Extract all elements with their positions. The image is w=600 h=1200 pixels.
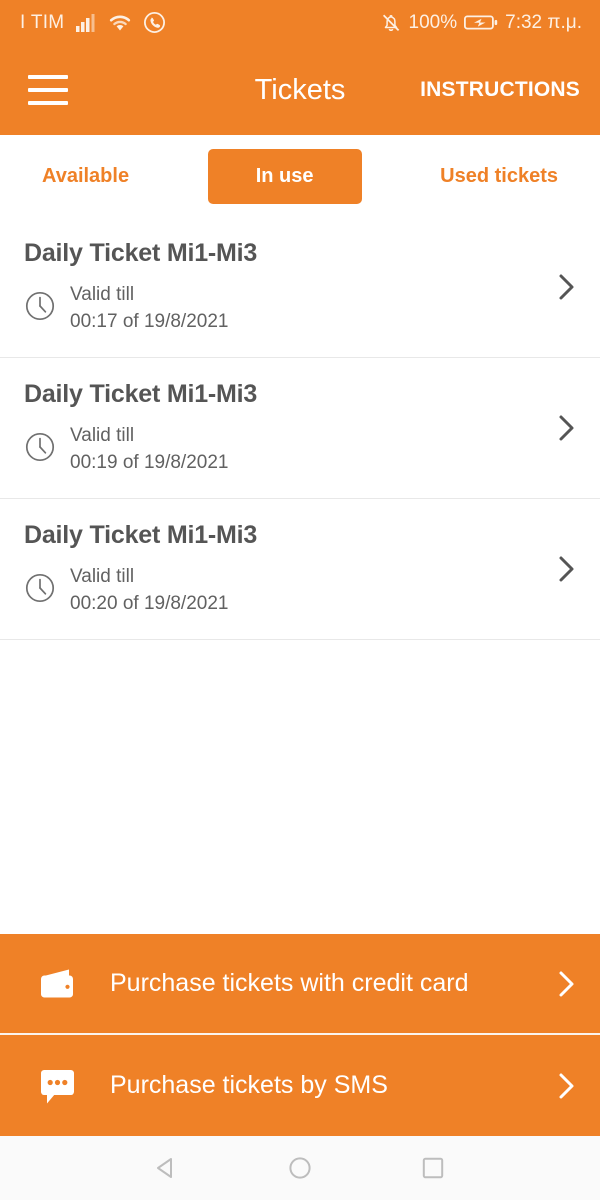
clock-icon [24,290,56,327]
hamburger-line [28,75,68,79]
viber-icon [143,11,166,34]
ticket-details: Daily Ticket Mi1-Mi3 Valid till 00:20 of… [24,521,548,616]
battery-charging-icon [464,13,498,32]
ticket-title: Daily Ticket Mi1-Mi3 [24,521,258,550]
wifi-icon [108,13,132,33]
tab-in-use[interactable]: In use [207,148,362,204]
ticket-details: Daily Ticket Mi1-Mi3 Valid till 00:19 of… [24,380,548,475]
app-bar: Tickets INSTRUCTIONS [0,45,600,135]
ticket-details: Daily Ticket Mi1-Mi3 Valid till 00:17 of… [24,239,548,334]
status-bar-right: 100% 7:32 π.μ. [380,12,582,34]
table-row[interactable]: Daily Ticket Mi1-Mi3 Valid till 00:17 of… [0,217,600,358]
android-navigation-bar [0,1136,600,1200]
purchase-with-credit-card-button[interactable]: Purchase tickets with credit card [0,934,600,1035]
hamburger-line [28,101,68,105]
status-bar-left: I TIM [20,11,166,34]
valid-till-value: 00:17 of 19/8/2021 [70,310,229,332]
status-time-label: 7:32 π.μ. [505,11,582,33]
chevron-right-icon[interactable] [548,550,578,588]
app-screen: I TIM 100% 7:32 π.μ. Tickets INSTRUCTION… [0,0,600,1200]
purchase-actions: Purchase tickets with credit card Purcha… [0,934,600,1136]
ticket-validity: Valid till 00:19 of 19/8/2021 [24,423,548,475]
carrier-label: I TIM [20,11,65,33]
purchase-sms-label: Purchase tickets by SMS [110,1071,388,1099]
validity-text: Valid till 00:20 of 19/8/2021 [70,564,228,616]
clock-icon [24,431,56,468]
purchase-credit-card-label: Purchase tickets with credit card [110,969,469,997]
hamburger-menu-icon[interactable] [28,75,68,105]
tab-available[interactable]: Available [20,149,151,204]
home-circle-icon[interactable] [278,1146,322,1190]
purchase-by-sms-button[interactable]: Purchase tickets by SMS [0,1035,600,1136]
wallet-icon [36,964,88,1004]
chevron-right-icon[interactable] [548,965,578,1003]
chevron-right-icon[interactable] [548,1067,578,1105]
recents-square-icon[interactable] [411,1146,455,1190]
ticket-list: Daily Ticket Mi1-Mi3 Valid till 00:17 of… [0,217,600,934]
chevron-right-icon[interactable] [548,409,578,447]
tab-bar: Available In use Used tickets [0,135,600,217]
validity-text: Valid till 00:19 of 19/8/2021 [70,423,228,475]
valid-till-value: 00:19 of 19/8/2021 [70,451,229,473]
signal-bars-icon [75,13,97,33]
ticket-validity: Valid till 00:17 of 19/8/2021 [24,282,548,334]
valid-till-value: 00:20 of 19/8/2021 [70,592,229,614]
back-triangle-icon[interactable] [145,1146,189,1190]
hamburger-line [28,88,68,92]
ticket-title: Daily Ticket Mi1-Mi3 [24,380,258,409]
valid-till-label: Valid till [70,284,135,306]
clock-icon [24,572,56,609]
instructions-button[interactable]: INSTRUCTIONS [420,78,580,102]
sms-bubble-icon [36,1065,88,1107]
table-row[interactable]: Daily Ticket Mi1-Mi3 Valid till 00:19 of… [0,358,600,499]
battery-percent-label: 100% [408,11,458,33]
chevron-right-icon[interactable] [548,268,578,306]
valid-till-label: Valid till [70,566,135,588]
table-row[interactable]: Daily Ticket Mi1-Mi3 Valid till 00:20 of… [0,499,600,640]
ticket-title: Daily Ticket Mi1-Mi3 [24,239,258,268]
status-bar: I TIM 100% 7:32 π.μ. [0,0,600,45]
validity-text: Valid till 00:17 of 19/8/2021 [70,282,228,334]
ticket-validity: Valid till 00:20 of 19/8/2021 [24,564,548,616]
tab-used-tickets[interactable]: Used tickets [418,149,580,204]
valid-till-label: Valid till [70,425,135,447]
bell-muted-icon [380,12,402,34]
